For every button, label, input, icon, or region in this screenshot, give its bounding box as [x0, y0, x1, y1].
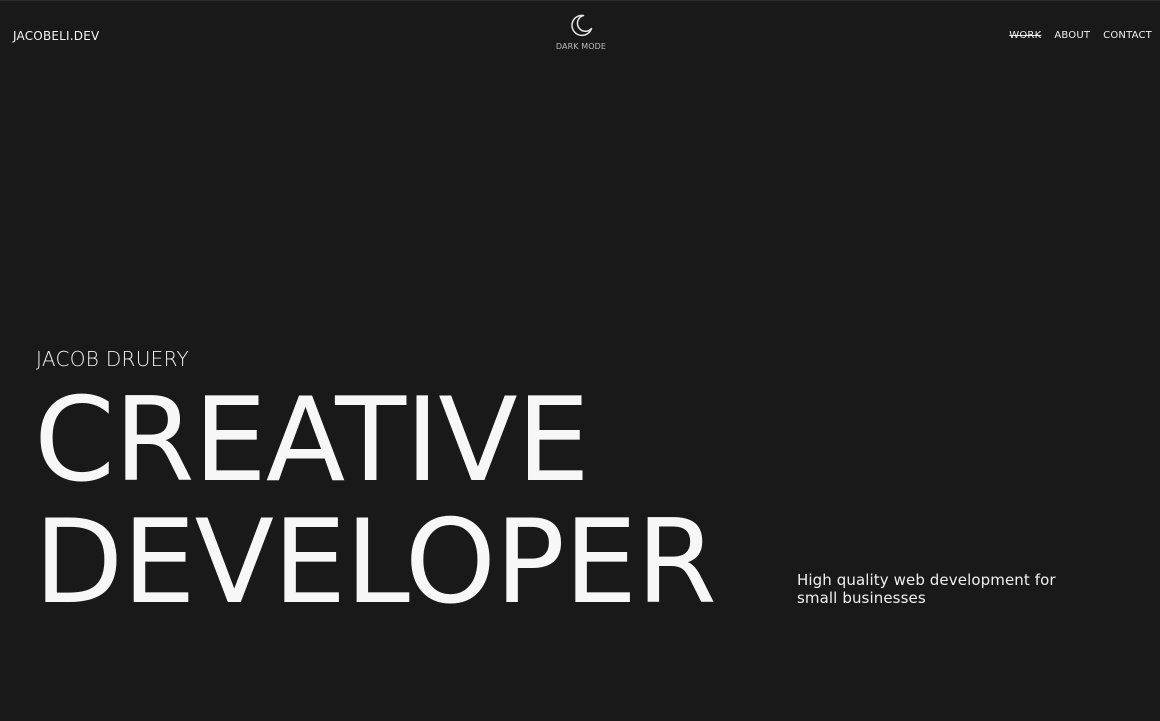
site-logo-link[interactable]: JACOBELI.DEV — [13, 29, 99, 43]
hero-tagline: High quality web development for small b… — [797, 571, 1056, 607]
hero-name: JACOB DRUERY — [36, 347, 190, 371]
main-nav: WORK ABOUT CONTACT — [1009, 30, 1152, 41]
page: JACOBELI.DEV DARK MODE WORK ABOUT CONTAC… — [0, 0, 1160, 721]
hero-headline-line-1: CREATIVE — [34, 373, 590, 508]
nav-link-work[interactable]: WORK — [1009, 30, 1041, 41]
nav-link-about[interactable]: ABOUT — [1054, 30, 1090, 41]
hero-headline-line-2: DEVELOPER — [34, 495, 717, 630]
moon-icon — [567, 11, 595, 39]
dark-mode-label: DARK MODE — [555, 42, 607, 51]
dark-mode-toggle[interactable]: DARK MODE — [535, 11, 627, 61]
nav-link-contact[interactable]: CONTACT — [1103, 30, 1152, 41]
